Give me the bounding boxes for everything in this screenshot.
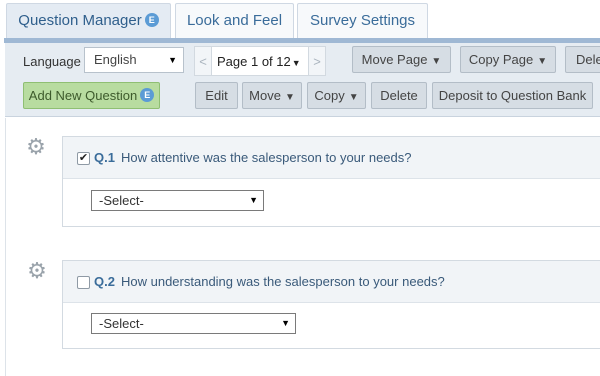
question-number: Q.2 (94, 274, 115, 289)
toolbar-panel: Language English ▼ < Page 1 of 12▼ > Mov… (5, 43, 600, 117)
question-header: ✔ Q.1 How attentive was the salesperson … (63, 137, 600, 179)
copy-label: Copy (314, 88, 345, 103)
caret-down-icon: ▼ (281, 318, 290, 328)
caret-down-icon: ▼ (348, 92, 359, 103)
caret-down-icon: ▼ (431, 56, 442, 67)
language-select[interactable]: English ▼ (84, 47, 184, 73)
question-checkbox[interactable] (77, 276, 90, 289)
question-text: How attentive was the salesperson to you… (121, 150, 412, 165)
gear-icon[interactable]: ⚙ (25, 136, 47, 158)
page-navigator: < Page 1 of 12▼ > (194, 46, 329, 76)
delete-page-button[interactable]: Dele (565, 46, 600, 73)
question-checkbox[interactable]: ✔ (77, 152, 90, 165)
tab-survey-settings[interactable]: Survey Settings (297, 3, 428, 38)
tab-question-manager[interactable]: Question Manager E (6, 3, 171, 38)
question-text: How understanding was the salesperson to… (121, 274, 445, 289)
deposit-to-question-bank-button[interactable]: Deposit to Question Bank (432, 82, 593, 109)
question-number: Q.1 (94, 150, 115, 165)
answer-select[interactable]: -Select- ▼ (91, 190, 264, 211)
tab-question-manager-label: Question Manager (18, 12, 142, 29)
move-page-label: Move Page (361, 52, 428, 67)
language-value: English (94, 52, 137, 67)
add-badge: E (140, 88, 155, 102)
content-border (5, 118, 6, 376)
caret-down-icon: ▼ (249, 195, 258, 205)
add-new-question-button[interactable]: Add New Question E (23, 82, 160, 109)
edit-button[interactable]: Edit (195, 82, 238, 109)
caret-down-icon: ▼ (537, 56, 548, 67)
question-card: ✔ Q.1 How attentive was the salesperson … (62, 136, 600, 227)
prev-page-button[interactable]: < (194, 46, 212, 76)
next-page-button[interactable]: > (308, 46, 326, 76)
delete-button[interactable]: Delete (371, 82, 427, 109)
caret-down-icon: ▼ (284, 92, 295, 103)
checkmark-icon: ✔ (78, 152, 89, 164)
tab-badge: E (144, 13, 159, 27)
answer-select-value: -Select- (99, 316, 144, 331)
tab-bar: Question Manager E Look and Feel Survey S… (0, 0, 600, 38)
answer-select-value: -Select- (99, 193, 144, 208)
gear-icon[interactable]: ⚙ (26, 260, 48, 282)
page-label: Page 1 of 12 (217, 54, 291, 69)
caret-down-icon: ▼ (168, 55, 177, 65)
caret-down-icon: ▼ (291, 58, 301, 68)
language-label: Language (23, 54, 81, 69)
move-button[interactable]: Move ▼ (242, 82, 302, 109)
copy-button[interactable]: Copy ▼ (307, 82, 366, 109)
copy-page-button[interactable]: Copy Page ▼ (460, 46, 556, 73)
answer-select[interactable]: -Select- ▼ (91, 313, 296, 334)
move-page-button[interactable]: Move Page ▼ (352, 46, 451, 73)
copy-page-label: Copy Page (468, 52, 534, 67)
move-label: Move (249, 88, 281, 103)
question-header: Q.2 How understanding was the salesperso… (63, 261, 600, 303)
tab-look-and-feel[interactable]: Look and Feel (175, 3, 294, 38)
page-select[interactable]: Page 1 of 12▼ (212, 46, 308, 76)
add-new-question-label: Add New Question (28, 88, 138, 103)
question-card: Q.2 How understanding was the salesperso… (62, 260, 600, 349)
